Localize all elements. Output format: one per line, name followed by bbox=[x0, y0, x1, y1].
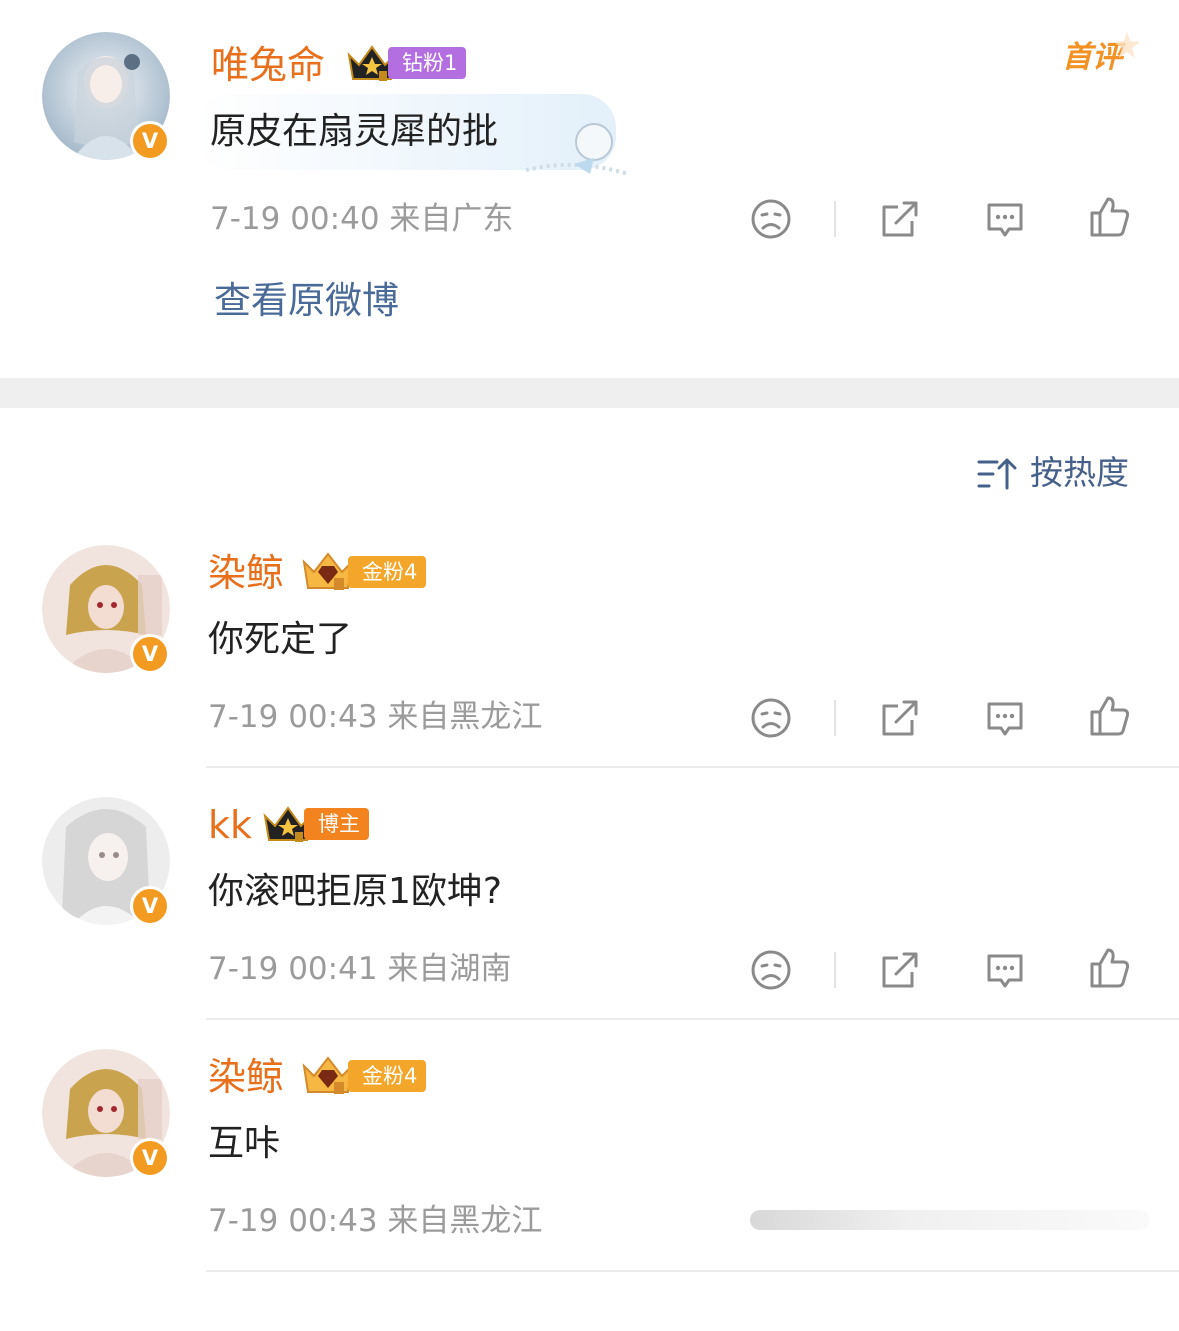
thumbs-up-icon[interactable] bbox=[1088, 694, 1132, 738]
fan-badge: 钻粉1 bbox=[346, 45, 467, 81]
comment-meta: 7-19 00:40 来自广东 bbox=[210, 201, 514, 237]
sad-face-icon[interactable] bbox=[749, 197, 793, 241]
verified-v-icon: V bbox=[130, 886, 170, 926]
share-icon[interactable] bbox=[878, 197, 922, 241]
verified-v-icon: V bbox=[130, 121, 170, 161]
comment-text: 你滚吧拒原1欧坤? bbox=[208, 871, 503, 912]
sort-icon[interactable] bbox=[977, 456, 1017, 492]
section-divider bbox=[0, 378, 1179, 408]
comment-meta: 7-19 00:43 来自黑龙江 bbox=[208, 1203, 543, 1239]
comment-meta: 7-19 00:43 来自黑龙江 bbox=[208, 699, 543, 735]
badge-label: 金粉4 bbox=[348, 556, 427, 588]
comment-icon[interactable] bbox=[983, 197, 1027, 241]
thumbs-up-icon[interactable] bbox=[1088, 195, 1132, 239]
sad-face-icon[interactable] bbox=[749, 696, 793, 740]
username[interactable]: 染鲸 bbox=[208, 550, 284, 596]
thumbs-up-icon[interactable] bbox=[1088, 946, 1132, 990]
share-icon[interactable] bbox=[878, 948, 922, 992]
share-icon[interactable] bbox=[878, 696, 922, 740]
comment-text: 原皮在扇灵犀的批 bbox=[210, 111, 499, 152]
sad-face-icon[interactable] bbox=[749, 948, 793, 992]
comment-icon[interactable] bbox=[983, 948, 1027, 992]
comment-icon[interactable] bbox=[983, 696, 1027, 740]
fan-badge: 金粉4 bbox=[300, 1056, 427, 1094]
verified-v-icon: V bbox=[130, 634, 170, 674]
fan-badge: 博主 bbox=[262, 806, 369, 842]
comment-meta: 7-19 00:41 来自湖南 bbox=[208, 951, 512, 987]
divider bbox=[834, 700, 836, 736]
username[interactable]: 唯兔命 bbox=[211, 42, 325, 88]
fan-badge: 金粉4 bbox=[300, 552, 427, 590]
loading-placeholder bbox=[750, 1210, 1150, 1230]
row-divider bbox=[206, 1018, 1179, 1020]
username[interactable]: 染鲸 bbox=[208, 1054, 284, 1100]
badge-label: 钻粉1 bbox=[388, 47, 467, 79]
comment-text: 互咔 bbox=[208, 1123, 281, 1164]
divider bbox=[834, 952, 836, 988]
star-decoration-icon bbox=[1114, 32, 1140, 58]
divider bbox=[834, 201, 836, 237]
pearl-decoration-icon bbox=[525, 123, 629, 176]
username[interactable]: kk bbox=[208, 802, 252, 848]
comment-text: 你死定了 bbox=[208, 619, 353, 660]
badge-label: 博主 bbox=[304, 808, 369, 840]
badge-label: 金粉4 bbox=[348, 1060, 427, 1092]
view-original-link[interactable]: 查看原微博 bbox=[214, 278, 399, 324]
row-divider bbox=[206, 1270, 1179, 1272]
row-divider bbox=[206, 766, 1179, 768]
sort-label[interactable]: 按热度 bbox=[1030, 453, 1129, 493]
verified-v-icon: V bbox=[130, 1138, 170, 1178]
